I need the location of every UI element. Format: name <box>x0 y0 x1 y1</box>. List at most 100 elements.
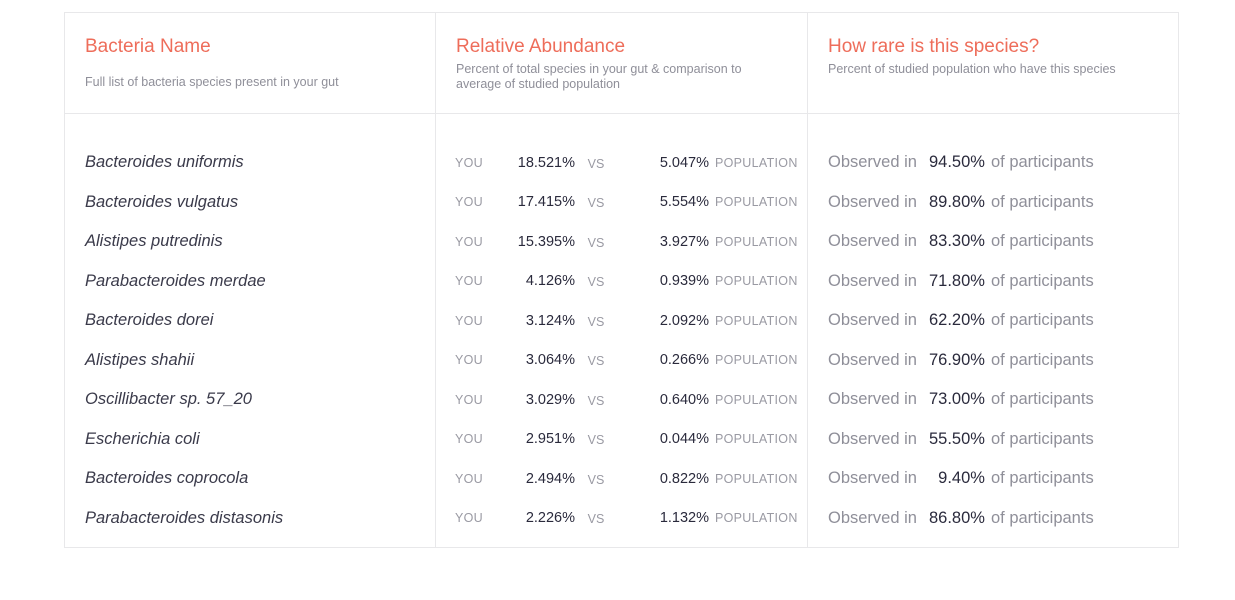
your-abundance-value: 3.064% <box>525 352 575 369</box>
rarity-row: Observed in 89.80% of participants <box>808 183 1180 223</box>
vs-label: VS <box>587 314 605 329</box>
vs-label: VS <box>587 275 605 290</box>
vs-label: VS <box>587 354 605 369</box>
population-label: POPULATION <box>715 155 798 170</box>
you-label: YOU <box>455 353 483 368</box>
of-participants-label: of participants <box>990 350 1094 369</box>
vs-label: VS <box>587 393 605 408</box>
column-header-relative-abundance: Relative Abundance Percent of total spec… <box>436 13 807 114</box>
species-name: Oscillibacter sp. 57_20 <box>85 390 252 409</box>
species-name: Bacteroides uniformis <box>85 153 244 172</box>
abundance-row: YOU 15.395% VS 3.927% POPULATION <box>436 222 807 262</box>
column-subtitle: Percent of total species in your gut & c… <box>456 62 742 91</box>
your-abundance-value: 17.415% <box>517 194 575 211</box>
species-name: Parabacteroides distasonis <box>85 508 284 527</box>
abundance-row: YOU 17.415% VS 5.554% POPULATION <box>436 183 807 223</box>
your-abundance-value: 2.951% <box>525 431 575 448</box>
observed-percent-value: 94.50% <box>929 153 985 172</box>
vs-label: VS <box>587 433 605 448</box>
of-participants-label: of participants <box>990 153 1094 172</box>
observed-in-label: Observed in <box>828 153 917 172</box>
you-label: YOU <box>455 195 483 210</box>
you-label: YOU <box>455 274 483 289</box>
rarity-row: Observed in 62.20% of participants <box>808 301 1180 341</box>
population-abundance-value: 0.822% <box>659 470 709 487</box>
population-abundance-value: 0.266% <box>659 352 709 369</box>
observed-in-label: Observed in <box>828 350 917 369</box>
your-abundance-value: 4.126% <box>525 273 575 290</box>
of-participants-label: of participants <box>990 469 1094 488</box>
abundance-row: YOU 2.226% VS 1.132% POPULATION <box>436 499 807 539</box>
population-label: POPULATION <box>715 274 798 289</box>
column-title: How rare is this species? <box>828 36 1040 57</box>
you-label: YOU <box>455 155 483 170</box>
species-name: Parabacteroides merdae <box>85 271 266 290</box>
your-abundance-value: 3.029% <box>525 391 575 408</box>
observed-in-label: Observed in <box>828 192 917 211</box>
vs-label: VS <box>587 472 605 487</box>
rarity-row: Observed in 9.40% of participants <box>808 459 1180 499</box>
observed-in-label: Observed in <box>828 429 917 448</box>
observed-percent-value: 71.80% <box>929 271 985 290</box>
vs-label: VS <box>587 512 605 527</box>
of-participants-label: of participants <box>990 508 1094 527</box>
population-label: POPULATION <box>715 313 798 328</box>
your-abundance-value: 18.521% <box>517 154 575 171</box>
population-abundance-value: 5.554% <box>659 194 709 211</box>
population-abundance-value: 0.939% <box>659 273 709 290</box>
observed-percent-value: 55.50% <box>929 429 985 448</box>
abundance-row: YOU 4.126% VS 0.939% POPULATION <box>436 262 807 302</box>
species-name: Escherichia coli <box>85 429 200 448</box>
you-label: YOU <box>455 471 483 486</box>
population-abundance-value: 3.927% <box>659 233 709 250</box>
rarity-row: Observed in 71.80% of participants <box>808 262 1180 302</box>
observed-percent-value: 86.80% <box>929 508 985 527</box>
abundance-row: YOU 18.521% VS 5.047% POPULATION <box>436 143 807 183</box>
population-abundance-value: 1.132% <box>659 510 709 527</box>
column-subtitle: Full list of bacteria species present in… <box>85 75 339 89</box>
column-title: Relative Abundance <box>456 36 626 57</box>
population-label: POPULATION <box>715 511 798 526</box>
column-bacteria-name: Bacteria Name Full list of bacteria spec… <box>65 13 436 547</box>
observed-percent-value: 89.80% <box>929 192 985 211</box>
column-subtitle: Percent of studied population who have t… <box>828 62 1116 76</box>
abundance-row: YOU 3.029% VS 0.640% POPULATION <box>436 380 807 420</box>
population-label: POPULATION <box>715 353 798 368</box>
observed-in-label: Observed in <box>828 508 917 527</box>
you-label: YOU <box>455 313 483 328</box>
of-participants-label: of participants <box>990 192 1094 211</box>
observed-percent-value: 83.30% <box>929 232 985 251</box>
vs-label: VS <box>587 196 605 211</box>
population-abundance-value: 5.047% <box>659 154 709 171</box>
rarity-list: Observed in 94.50% of participants Observed… <box>808 114 1180 538</box>
species-list: Bacteroides uniformis Bacteroides vulgatu… <box>65 114 435 538</box>
you-label: YOU <box>455 511 483 526</box>
species-name: Alistipes shahii <box>85 350 195 369</box>
observed-in-label: Observed in <box>828 311 917 330</box>
species-name: Bacteroides coprocola <box>85 469 249 488</box>
vs-label: VS <box>587 235 605 250</box>
you-label: YOU <box>455 392 483 407</box>
column-relative-abundance: Relative Abundance Percent of total spec… <box>436 13 808 547</box>
observed-percent-value: 73.00% <box>929 390 985 409</box>
population-label: POPULATION <box>715 392 798 407</box>
abundance-list: YOU 18.521% VS 5.047% POPULATION YOU 17.415% VS… <box>436 114 807 538</box>
observed-in-label: Observed in <box>828 469 917 488</box>
your-abundance-value: 2.226% <box>525 510 575 527</box>
observed-in-label: Observed in <box>828 271 917 290</box>
observed-in-label: Observed in <box>828 232 917 251</box>
abundance-row: YOU 2.951% VS 0.044% POPULATION <box>436 420 807 460</box>
population-abundance-value: 0.044% <box>659 431 709 448</box>
observed-percent-value: 9.40% <box>938 469 985 488</box>
population-abundance-value: 0.640% <box>659 391 709 408</box>
species-name: Bacteroides vulgatus <box>85 192 239 211</box>
your-abundance-value: 2.494% <box>525 470 575 487</box>
rarity-row: Observed in 55.50% of participants <box>808 420 1180 460</box>
column-header-bacteria-name: Bacteria Name Full list of bacteria spec… <box>65 13 435 114</box>
rarity-row: Observed in 83.30% of participants <box>808 222 1180 262</box>
rarity-row: Observed in 73.00% of participants <box>808 380 1180 420</box>
abundance-row: YOU 2.494% VS 0.822% POPULATION <box>436 459 807 499</box>
of-participants-label: of participants <box>990 232 1094 251</box>
population-abundance-value: 2.092% <box>659 312 709 329</box>
population-label: POPULATION <box>715 195 798 210</box>
